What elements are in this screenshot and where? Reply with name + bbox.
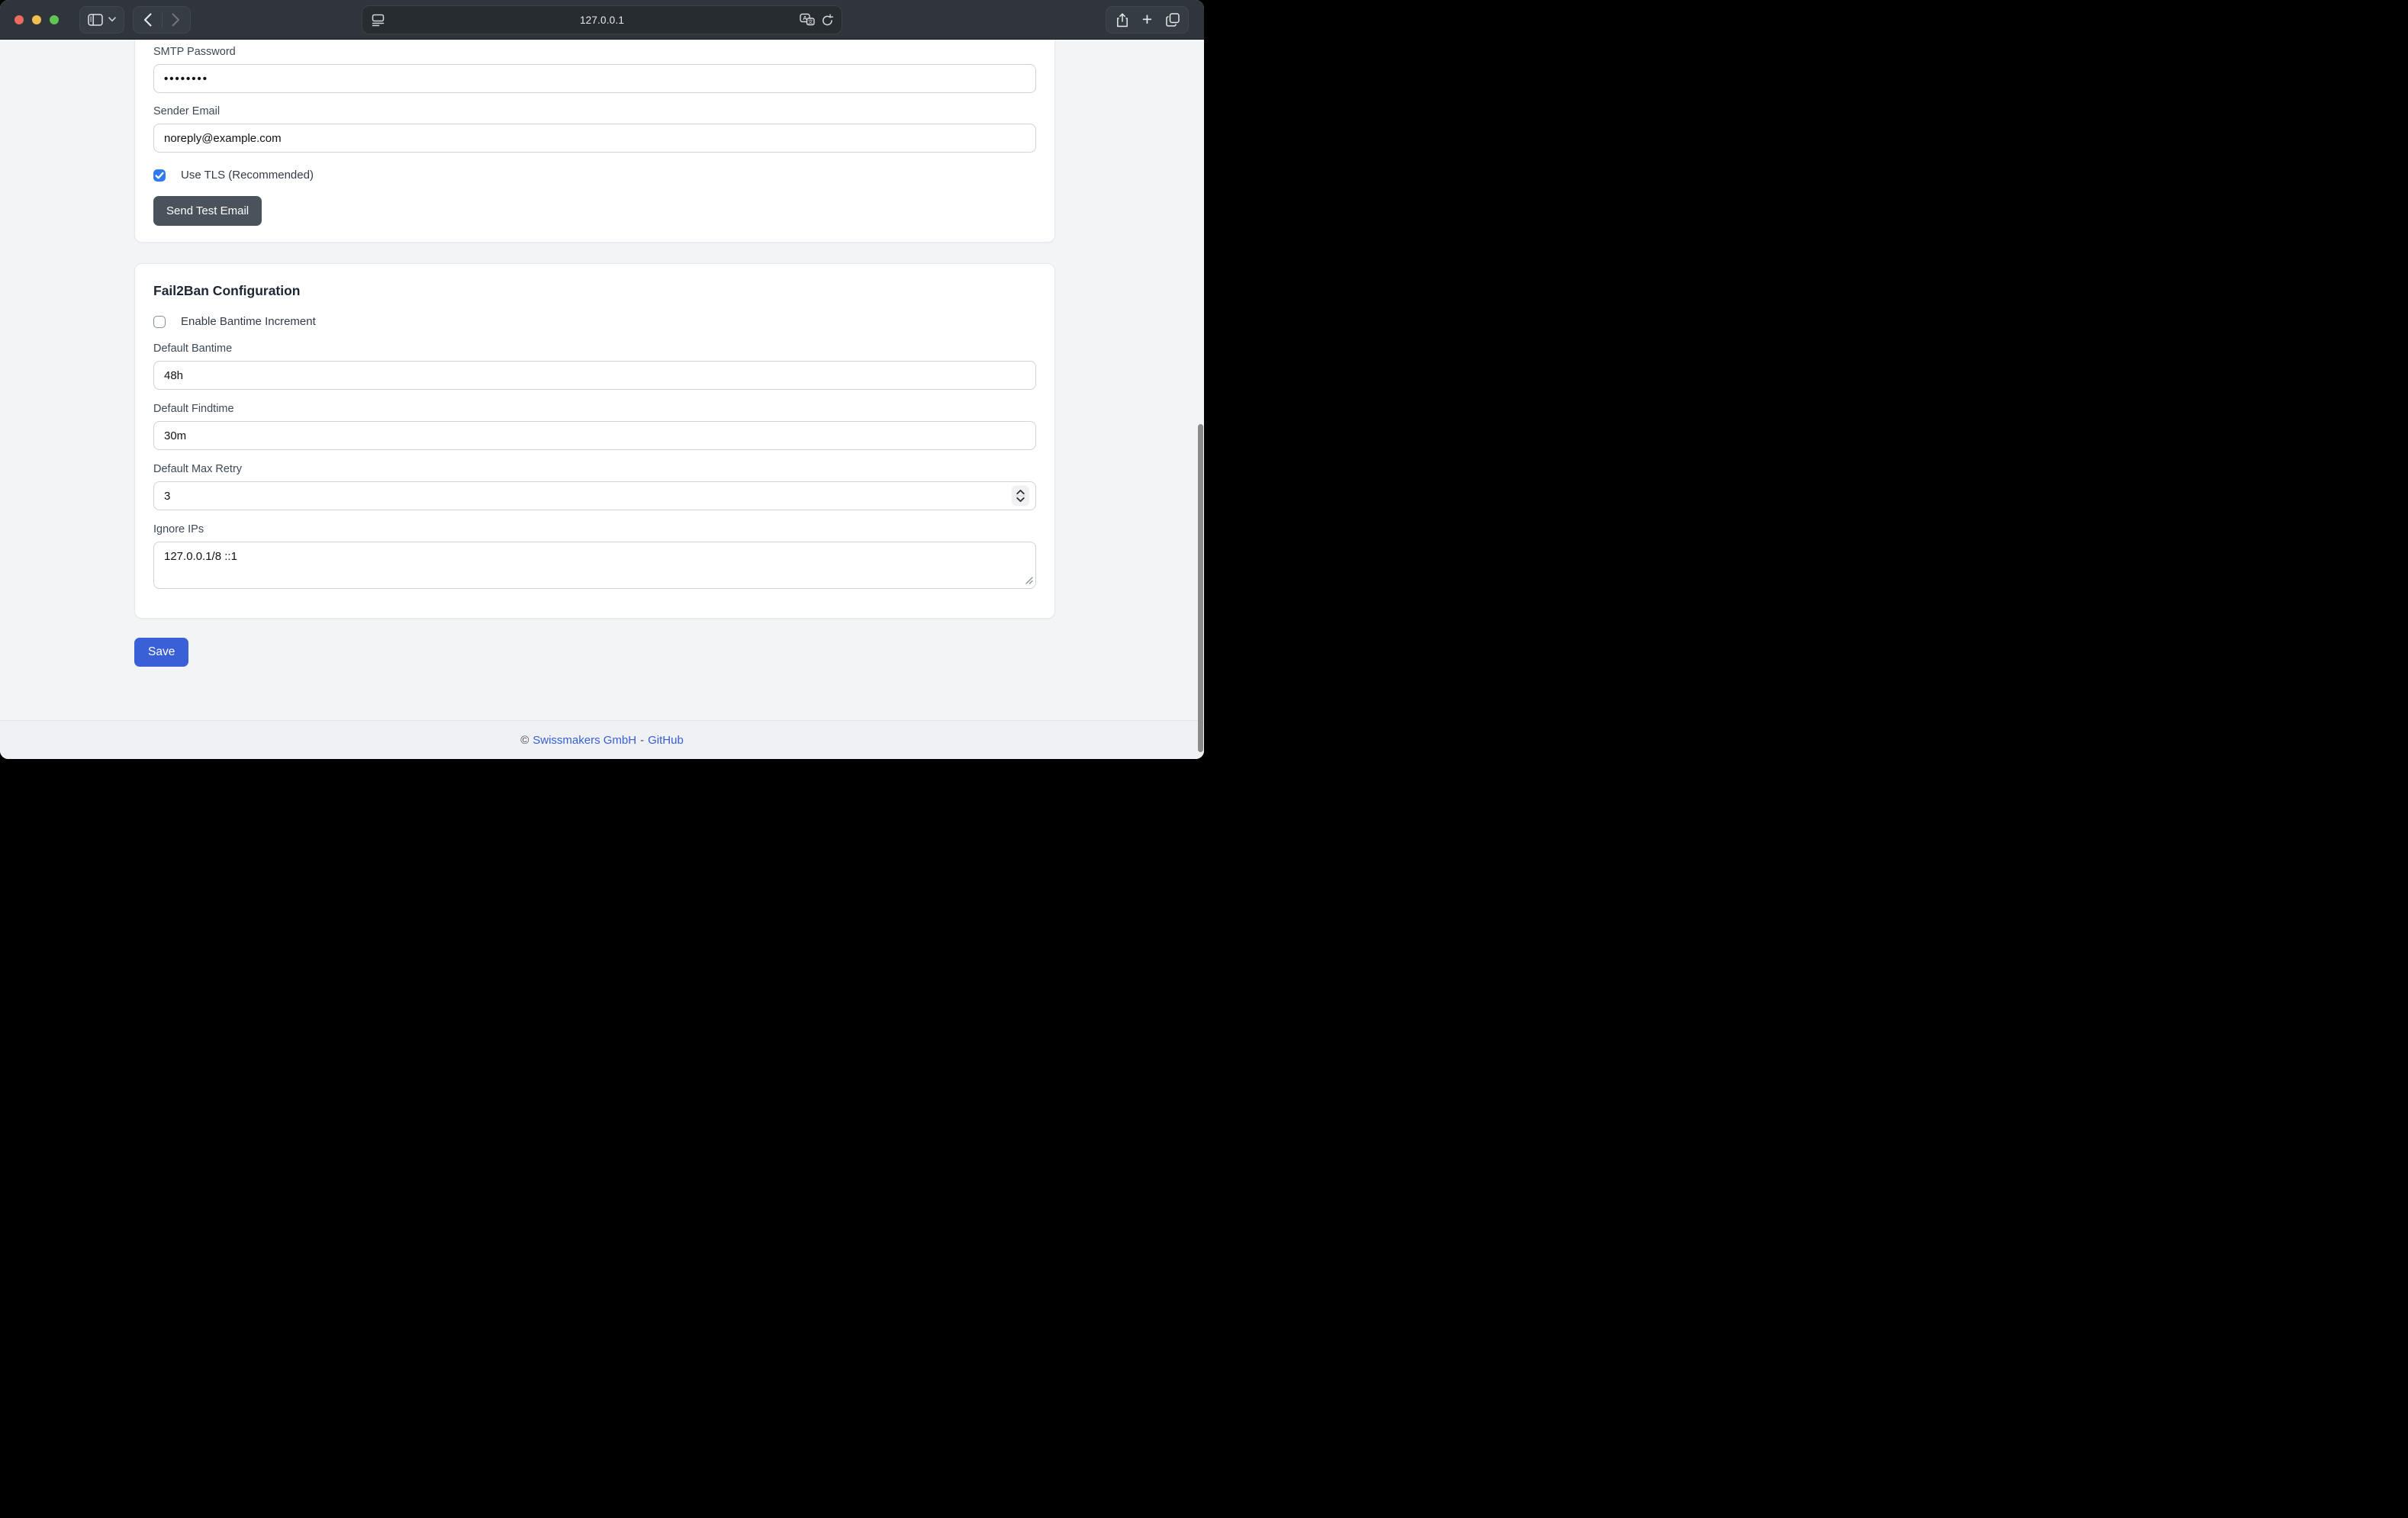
save-button[interactable]: Save (134, 638, 188, 667)
translate-icon: A 文 (800, 14, 815, 27)
svg-text:文: 文 (808, 18, 813, 25)
share-icon (1116, 13, 1128, 27)
url-text[interactable]: 127.0.0.1 (362, 6, 842, 34)
default-bantime-label: Default Bantime (153, 343, 1036, 355)
enable-bantime-increment-checkbox[interactable] (153, 316, 166, 328)
smtp-password-input[interactable] (153, 64, 1036, 93)
default-bantime-input[interactable] (153, 361, 1036, 390)
fail2ban-card-title: Fail2Ban Configuration (153, 283, 1036, 299)
default-findtime-label: Default Findtime (153, 403, 1036, 415)
number-stepper[interactable] (1012, 486, 1029, 507)
default-max-retry-label: Default Max Retry (153, 463, 1036, 475)
sidebar-icon (88, 14, 103, 26)
reload-icon (822, 14, 833, 26)
enable-bantime-increment-label: Enable Bantime Increment (181, 315, 316, 328)
footer-separator: - (640, 734, 644, 747)
toolbar-right-group: + (1106, 6, 1189, 34)
tab-overview-icon (1166, 13, 1180, 27)
default-findtime-input[interactable] (153, 421, 1036, 450)
ignore-ips-label: Ignore IPs (153, 523, 1036, 535)
send-test-email-button[interactable]: Send Test Email (153, 196, 262, 226)
page-content: SMTP Password Sender Email Use TLS (Reco… (0, 40, 1204, 759)
reload-button[interactable] (822, 14, 833, 26)
back-button[interactable] (134, 7, 162, 33)
smtp-settings-card: SMTP Password Sender Email Use TLS (Reco… (134, 40, 1055, 243)
stepper-down-icon (1016, 497, 1025, 503)
browser-toolbar: 127.0.0.1 A 文 (0, 0, 1204, 40)
sidebar-toggle-button[interactable] (79, 6, 124, 34)
github-link[interactable]: GitHub (648, 734, 684, 747)
close-window-button[interactable] (14, 15, 24, 24)
check-icon (153, 169, 166, 182)
tab-overview-button[interactable] (1160, 7, 1185, 33)
company-link[interactable]: Swissmakers GmbH (533, 734, 636, 747)
share-button[interactable] (1109, 7, 1135, 33)
navigation-buttons (133, 6, 191, 34)
window-controls (14, 15, 59, 24)
smtp-password-label: SMTP Password (153, 46, 1036, 58)
zoom-window-button[interactable] (50, 15, 59, 24)
use-tls-label: Use TLS (Recommended) (181, 169, 314, 182)
minimize-window-button[interactable] (32, 15, 41, 24)
translate-button[interactable]: A 文 (800, 14, 815, 27)
stepper-up-icon (1016, 490, 1025, 495)
scrollbar-thumb[interactable] (1198, 424, 1203, 752)
address-bar[interactable]: 127.0.0.1 A 文 (362, 5, 842, 34)
plus-icon: + (1142, 11, 1152, 28)
browser-window: 127.0.0.1 A 文 (0, 0, 1204, 759)
page-footer: © Swissmakers GmbH - GitHub (0, 720, 1204, 759)
default-max-retry-input[interactable] (153, 481, 1036, 510)
new-tab-button[interactable]: + (1135, 7, 1160, 33)
chevron-down-icon (108, 17, 116, 22)
sender-email-input[interactable] (153, 124, 1036, 153)
forward-button[interactable] (162, 7, 190, 33)
sender-email-label: Sender Email (153, 105, 1036, 117)
copyright-symbol: © (520, 734, 529, 747)
fail2ban-settings-card: Fail2Ban Configuration Enable Bantime In… (134, 263, 1055, 619)
ignore-ips-textarea[interactable]: 127.0.0.1/8 ::1 (153, 542, 1036, 589)
back-arrow-icon (143, 13, 152, 27)
use-tls-checkbox[interactable] (153, 169, 166, 182)
forward-arrow-icon (172, 13, 180, 27)
